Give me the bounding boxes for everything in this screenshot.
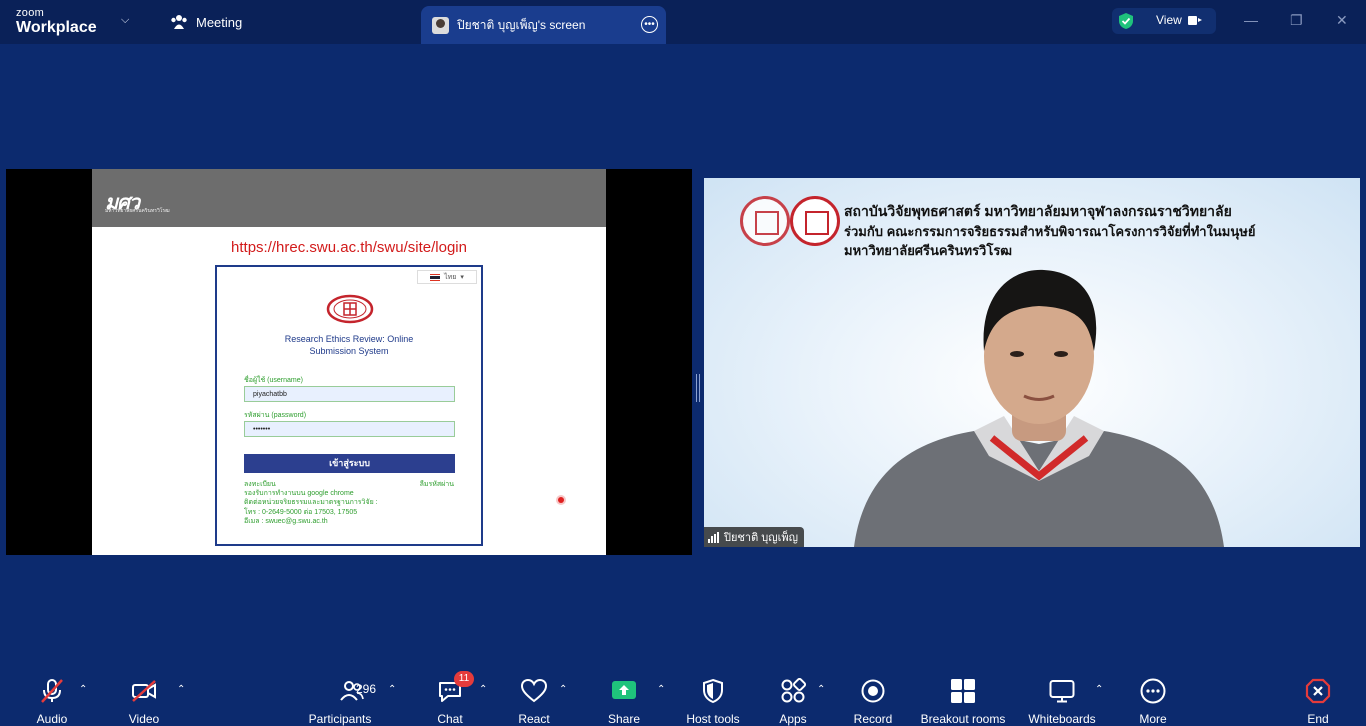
- breakout-rooms-button[interactable]: Breakout rooms: [916, 678, 1010, 726]
- system-title-line-1: Research Ethics Review: Online: [284, 334, 414, 344]
- meeting-label: Meeting: [196, 14, 243, 30]
- banner-line-3: มหาวิทยาลัยศรีนครินทรวิโรฒ: [844, 243, 1013, 258]
- audio-options-chevron-icon[interactable]: ⌃: [79, 684, 87, 695]
- apps-icon: [781, 677, 807, 703]
- system-title: Research Ethics Review: Online Submissio…: [217, 333, 481, 357]
- participants-label: Participants: [308, 712, 372, 726]
- share-label: Share: [607, 712, 641, 726]
- chat-button[interactable]: 11 Chat: [412, 671, 488, 726]
- video-label: Video: [128, 712, 160, 726]
- chat-label: Chat: [437, 712, 463, 726]
- login-button[interactable]: เข้าสู่ระบบ: [244, 454, 455, 473]
- share-options-chevron-icon[interactable]: ⌃: [657, 684, 665, 695]
- camera-off-icon: [132, 680, 156, 702]
- banner-line-1: สถาบันวิจัยพุทธศาสตร์ มหาวิทยาลัยมหาจุฬา…: [844, 203, 1232, 219]
- brand-workplace: Workplace: [16, 19, 97, 36]
- chat-unread-badge: 11: [454, 671, 474, 687]
- banner-line-2: ร่วมกับ คณะกรรมการจริยธรรมสำหรับพิจารณาโ…: [844, 224, 1256, 239]
- participant-video[interactable]: สถาบันวิจัยพุทธศาสตร์ มหาวิทยาลัยมหาจุฬา…: [704, 178, 1360, 547]
- zoom-logo: zoom Workplace: [16, 8, 97, 36]
- institute-seal-icon: [740, 196, 790, 246]
- login-form: ไทย ▾ Research Ethics Review: Online Sub…: [215, 265, 483, 546]
- apps-label: Apps: [779, 712, 807, 726]
- password-field[interactable]: •••••••: [244, 421, 455, 437]
- share-button[interactable]: Share: [586, 678, 662, 726]
- end-label: End: [1307, 712, 1329, 726]
- university-seal-icon: [326, 294, 374, 324]
- signal-strength-icon: [708, 531, 719, 543]
- view-button[interactable]: View: [1112, 8, 1216, 34]
- restore-icon[interactable]: ❐: [1290, 12, 1303, 29]
- more-dots-icon: [1140, 678, 1166, 704]
- whiteboards-button[interactable]: Whiteboards: [1020, 678, 1104, 726]
- audio-label: Audio: [36, 712, 68, 726]
- record-button[interactable]: Record: [835, 678, 911, 726]
- breakout-rooms-icon: [951, 679, 975, 703]
- record-icon: [861, 679, 885, 703]
- avatar: [432, 16, 449, 34]
- close-icon[interactable]: ✕: [1336, 12, 1348, 29]
- participant-name: ปิยชาติ บุญเพ็ญ: [724, 532, 799, 544]
- minimize-icon[interactable]: —: [1244, 12, 1258, 28]
- pointer-dot: [558, 497, 564, 503]
- share-tab-label: ปิยชาติ บุญเพ็ญ's screen: [457, 17, 586, 32]
- email-note: อีเมล : swuec@g.swu.ac.th: [244, 518, 328, 525]
- end-meeting-button[interactable]: End: [1280, 678, 1356, 726]
- username-label: ชื่อผู้ใช้ (username): [244, 377, 303, 384]
- more-button[interactable]: More: [1115, 678, 1191, 726]
- microphone-muted-icon: [41, 679, 63, 703]
- view-layout-icon: [1188, 16, 1202, 25]
- host-tools-button[interactable]: Host tools: [675, 678, 751, 726]
- meeting-controls: Audio ⌃ Video ⌃ Participants 296 ⌃ 11 Ch…: [0, 660, 1366, 726]
- username-field[interactable]: piyachatbb: [244, 386, 455, 402]
- system-title-line-2: Submission System: [309, 346, 389, 356]
- record-label: Record: [853, 712, 893, 726]
- whiteboards-options-chevron-icon[interactable]: ⌃: [1095, 684, 1103, 695]
- participant-name-tag: ปิยชาติ บุญเพ็ญ: [704, 527, 805, 547]
- participant-person: [854, 269, 1224, 547]
- whiteboard-icon: [1049, 680, 1075, 703]
- video-options-chevron-icon[interactable]: ⌃: [177, 684, 185, 695]
- university-seal-icon: [790, 196, 840, 246]
- heart-icon: [520, 678, 548, 703]
- shared-screen-tab[interactable]: ปิยชาติ บุญเพ็ญ's screen •••: [421, 6, 666, 44]
- chevron-down-icon[interactable]: ⌵: [121, 14, 129, 27]
- participants-count: 296: [356, 682, 377, 696]
- shared-screen-video[interactable]: มศว มหาวิทยาลัยศรีนครินทรวิโรฒ https://h…: [6, 169, 692, 555]
- swu-logo-subtitle: มหาวิทยาลัยศรีนครินทรวิโรฒ: [105, 208, 170, 214]
- share-screen-icon: [612, 681, 636, 699]
- apps-options-chevron-icon[interactable]: ⌃: [817, 684, 825, 695]
- security-shield-icon: [1119, 13, 1133, 29]
- forgot-password-link[interactable]: ลืมรหัสผ่าน: [420, 479, 454, 490]
- host-tools-label: Host tools: [686, 712, 740, 726]
- video-button[interactable]: Video: [106, 678, 182, 726]
- react-options-chevron-icon[interactable]: ⌃: [559, 684, 567, 695]
- page-url: https://hrec.swu.ac.th/swu/site/login: [231, 239, 467, 256]
- end-call-icon: [1305, 678, 1331, 704]
- site-header: มศว มหาวิทยาลัยศรีนครินทรวิโรฒ: [92, 169, 606, 227]
- breakout-rooms-label: Breakout rooms: [920, 712, 1006, 726]
- shield-icon: [703, 678, 723, 704]
- title-bar: zoom Workplace ⌵ Meeting ปิยชาติ บุญเพ็ญ…: [0, 0, 1366, 44]
- react-label: React: [518, 712, 550, 726]
- more-options-icon[interactable]: •••: [641, 16, 658, 33]
- meeting-tab[interactable]: Meeting: [170, 14, 242, 30]
- thai-flag-icon: [430, 273, 441, 281]
- participants-options-chevron-icon[interactable]: ⌃: [388, 684, 396, 695]
- split-resize-handle[interactable]: [696, 374, 700, 402]
- people-icon: [171, 15, 187, 29]
- caret-down-icon: ▾: [460, 274, 464, 281]
- language-value: ไทย: [444, 273, 457, 281]
- language-select[interactable]: ไทย ▾: [417, 270, 477, 284]
- whiteboards-label: Whiteboards: [1028, 712, 1096, 726]
- brand-zoom: zoom: [16, 7, 45, 19]
- chat-options-chevron-icon[interactable]: ⌃: [479, 684, 487, 695]
- more-label: More: [1139, 712, 1167, 726]
- view-label: View: [1156, 13, 1182, 27]
- password-label: รหัสผ่าน (password): [244, 412, 307, 419]
- shared-browser-page: มศว มหาวิทยาลัยศรีนครินทรวิโรฒ https://h…: [92, 169, 606, 555]
